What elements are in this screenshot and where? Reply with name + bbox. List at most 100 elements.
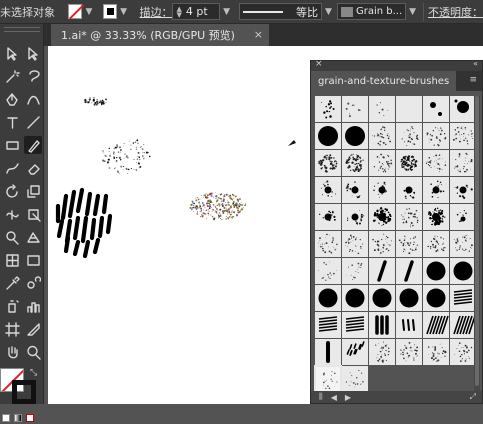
artboard-tool[interactable] bbox=[3, 320, 21, 338]
brush-swatch-grain[interactable] bbox=[369, 150, 395, 176]
brush-definition[interactable]: Grain b... bbox=[337, 3, 406, 20]
stroke-label[interactable]: 描边： bbox=[139, 4, 172, 20]
lasso-tool[interactable] bbox=[24, 67, 42, 85]
brush-swatch-grain-light[interactable] bbox=[342, 366, 368, 392]
shape-builder-tool[interactable] bbox=[3, 228, 21, 246]
brush-swatch-grain[interactable] bbox=[369, 231, 395, 257]
expand-icon[interactable]: ⤢ bbox=[470, 392, 476, 402]
panel-scrollbar[interactable] bbox=[474, 96, 480, 391]
brush-swatch-bar-vertical[interactable] bbox=[315, 339, 341, 365]
brush-swatch-solid-blob[interactable] bbox=[315, 123, 341, 149]
brush-swatch-hatch[interactable] bbox=[342, 312, 368, 338]
gradient-icon[interactable] bbox=[14, 414, 22, 422]
color-icon[interactable] bbox=[2, 414, 10, 422]
brush-swatch-grain[interactable] bbox=[450, 339, 476, 365]
brush-swatch-grain[interactable] bbox=[396, 123, 422, 149]
brush-swatch-solid-circle[interactable] bbox=[423, 285, 449, 311]
variable-width-profile[interactable]: 等比 bbox=[239, 3, 322, 20]
brush-swatch-grain[interactable] bbox=[342, 231, 368, 257]
brush-swatch-grain-burst[interactable] bbox=[423, 204, 449, 230]
perspective-grid-tool[interactable] bbox=[24, 228, 42, 246]
eyedropper-tool[interactable] bbox=[3, 274, 21, 292]
close-tab-icon[interactable]: × bbox=[254, 28, 263, 41]
brush-swatch-grain-burst[interactable] bbox=[369, 204, 395, 230]
blend-tool[interactable] bbox=[24, 274, 42, 292]
brush-swatch-splat[interactable] bbox=[369, 177, 395, 203]
rotate-tool[interactable] bbox=[3, 182, 21, 200]
brush-swatch-dashes-cluster[interactable] bbox=[342, 339, 368, 365]
brush-swatch-scatter-dots[interactable] bbox=[315, 96, 341, 122]
symbol-sprayer-tool[interactable] bbox=[3, 297, 21, 315]
panel-header[interactable]: × « bbox=[311, 61, 482, 71]
brush-swatch-grain-light[interactable] bbox=[315, 366, 341, 392]
width-tool[interactable] bbox=[3, 205, 21, 223]
eraser-tool[interactable] bbox=[24, 159, 42, 177]
brush-swatch-splat[interactable] bbox=[315, 204, 341, 230]
brush-swatch-grain[interactable] bbox=[396, 339, 422, 365]
brush-swatch-grain[interactable] bbox=[423, 150, 449, 176]
hand-tool[interactable] bbox=[3, 343, 21, 361]
panel-menu-icon[interactable]: ≡ bbox=[469, 75, 477, 85]
previous-library-icon[interactable]: ◀ bbox=[331, 393, 337, 402]
brush-swatch-grain-dense[interactable] bbox=[396, 150, 422, 176]
scale-tool[interactable] bbox=[24, 182, 42, 200]
panel-close-icon[interactable]: × bbox=[315, 59, 323, 69]
brush-swatch-splat[interactable] bbox=[342, 204, 368, 230]
library-menu-icon[interactable]: ⫼ bbox=[319, 392, 323, 402]
stroke-box[interactable] bbox=[12, 380, 36, 404]
stroke-dropdown-icon[interactable]: ▼ bbox=[120, 7, 127, 17]
panel-collapse-icon[interactable]: « bbox=[473, 59, 478, 68]
brush-swatch-solid-circle[interactable] bbox=[423, 258, 449, 284]
brush-swatch-solid-circle[interactable] bbox=[450, 258, 476, 284]
brush-swatch-solid-blob[interactable] bbox=[342, 123, 368, 149]
brush-swatch-hatch[interactable] bbox=[450, 285, 476, 311]
brush-dropdown-icon[interactable]: ▼ bbox=[409, 7, 416, 17]
brush-swatch-solid-circle[interactable] bbox=[342, 285, 368, 311]
selection-tool[interactable] bbox=[3, 44, 21, 62]
direct-selection-tool[interactable] bbox=[24, 44, 42, 62]
fill-dropdown-icon[interactable]: ▼ bbox=[85, 7, 92, 17]
line-tool[interactable] bbox=[24, 113, 42, 131]
brush-swatch-grain[interactable] bbox=[369, 123, 395, 149]
gradient-tool[interactable] bbox=[24, 251, 42, 269]
document-tab[interactable]: 1.ai* @ 33.33% (RGB/GPU 预览) × bbox=[51, 24, 269, 46]
column-graph-tool[interactable] bbox=[24, 297, 42, 315]
brush-swatch-grain[interactable] bbox=[396, 204, 422, 230]
brush-swatch-splat-small[interactable] bbox=[450, 204, 476, 230]
brush-swatch-stroke-diag[interactable] bbox=[396, 258, 422, 284]
stroke-weight-field[interactable]: ▲▼ 4 pt bbox=[172, 3, 220, 20]
stroke-swatch[interactable] bbox=[103, 4, 117, 19]
brush-swatch-dashes[interactable] bbox=[396, 312, 422, 338]
brush-swatch-grain[interactable] bbox=[423, 123, 449, 149]
type-tool[interactable] bbox=[3, 113, 21, 131]
brush-swatch-hatch-cross[interactable] bbox=[423, 312, 449, 338]
fill-swatch[interactable] bbox=[68, 4, 82, 19]
brush-swatch-grain-cloud[interactable] bbox=[315, 150, 341, 176]
free-transform-tool[interactable] bbox=[24, 205, 42, 223]
brush-swatch-grain[interactable] bbox=[423, 339, 449, 365]
rectangle-tool[interactable] bbox=[3, 136, 21, 154]
brush-swatch-splat[interactable] bbox=[396, 177, 422, 203]
brush-swatch-bars[interactable] bbox=[369, 312, 395, 338]
shaper-tool[interactable] bbox=[3, 159, 21, 177]
opacity-label[interactable]: 不透明度： bbox=[428, 4, 483, 20]
next-library-icon[interactable]: ▶ bbox=[345, 393, 351, 402]
brush-swatch-grain[interactable] bbox=[369, 339, 395, 365]
brush-swatch-solid-circle[interactable] bbox=[315, 285, 341, 311]
brush-swatch-scatter-dots-sparse[interactable] bbox=[369, 96, 395, 122]
brush-swatch-splat[interactable] bbox=[342, 177, 368, 203]
curvature-tool[interactable] bbox=[24, 90, 42, 108]
mesh-tool[interactable] bbox=[3, 251, 21, 269]
brush-swatch-grain[interactable] bbox=[450, 150, 476, 176]
panel-tab-brush-library[interactable]: grain-and-texture-brushes bbox=[311, 71, 456, 91]
brush-swatch-grain[interactable] bbox=[423, 231, 449, 257]
brush-swatch-grain[interactable] bbox=[450, 231, 476, 257]
brush-swatch-scatter-dots-light[interactable] bbox=[342, 96, 368, 122]
brush-swatch-grain-light[interactable] bbox=[342, 258, 368, 284]
brush-swatch-grain-cloud[interactable] bbox=[342, 150, 368, 176]
magic-wand-tool[interactable] bbox=[3, 67, 21, 85]
brush-swatch-hatch-cross[interactable] bbox=[450, 312, 476, 338]
profile-dropdown-icon[interactable]: ▼ bbox=[325, 7, 332, 17]
brush-swatch-splat[interactable] bbox=[315, 177, 341, 203]
scrollbar-thumb[interactable] bbox=[475, 96, 479, 386]
